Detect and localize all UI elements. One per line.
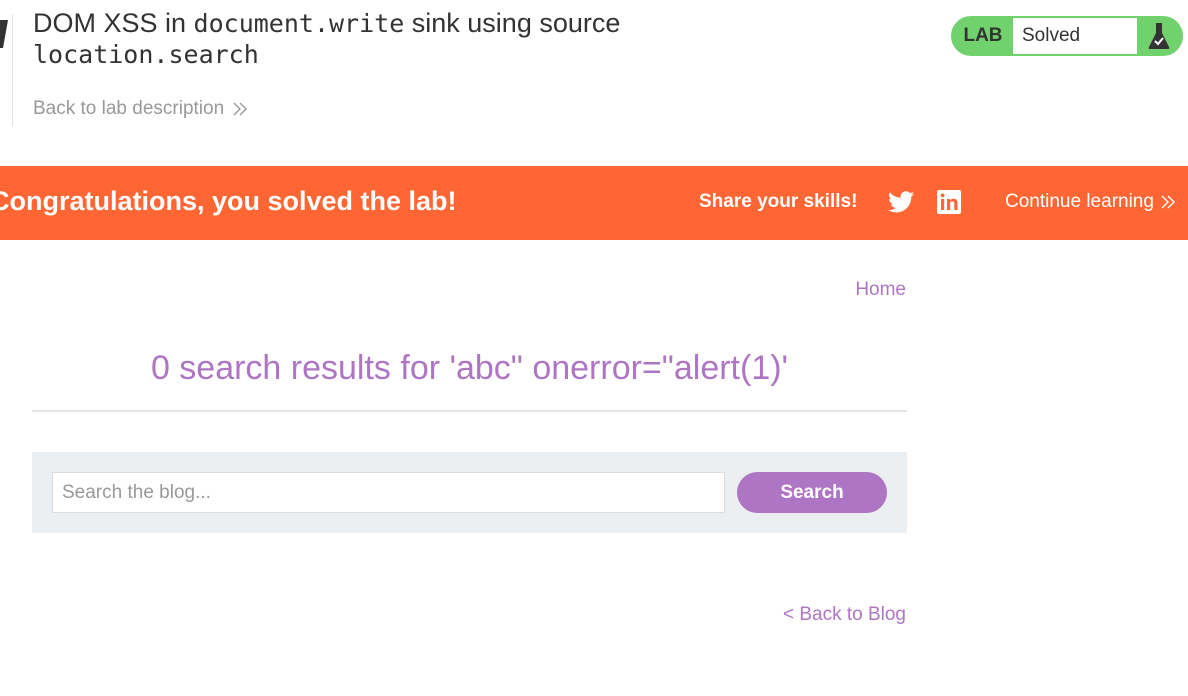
lab-title-code-sink: document.write [193,9,405,38]
lab-title-prefix: DOM XSS in [33,8,194,38]
double-chevron-right-icon [233,102,248,116]
back-to-lab-description-link[interactable]: Back to lab description [33,98,248,120]
logo-fragment [0,20,8,48]
search-button[interactable]: Search [737,472,887,513]
lab-solved-banner: Congratulations, you solved the lab! Sha… [0,166,1188,240]
search-input[interactable] [52,472,725,513]
share-skills-label: Share your skills! [699,191,858,212]
lab-solved-message: Congratulations, you solved the lab! [0,186,457,216]
twitter-icon[interactable] [888,190,914,214]
linkedin-icon[interactable] [937,190,961,214]
lab-status-state: Solved [1013,18,1137,54]
double-chevron-right-icon [1161,195,1175,209]
header-divider [12,14,13,126]
home-nav-link[interactable]: Home [855,279,906,301]
search-panel: Search [32,452,907,533]
continue-learning-link[interactable]: Continue learning [1005,191,1176,213]
back-to-lab-description-label: Back to lab description [33,98,225,119]
lab-title: DOM XSS in document.write sink using sou… [33,8,753,70]
flask-check-icon [1137,18,1181,54]
lab-title-middle: sink using source [404,8,621,38]
results-divider [32,410,907,412]
lab-title-code-source: location.search [33,40,259,69]
continue-learning-label: Continue learning [1005,191,1154,212]
search-results-heading: 0 search results for 'abc" onerror="aler… [150,349,789,387]
lab-status-widget: LAB Solved [951,16,1183,56]
back-to-blog-link[interactable]: < Back to Blog [783,604,906,626]
lab-status-label: LAB [963,25,1003,46]
